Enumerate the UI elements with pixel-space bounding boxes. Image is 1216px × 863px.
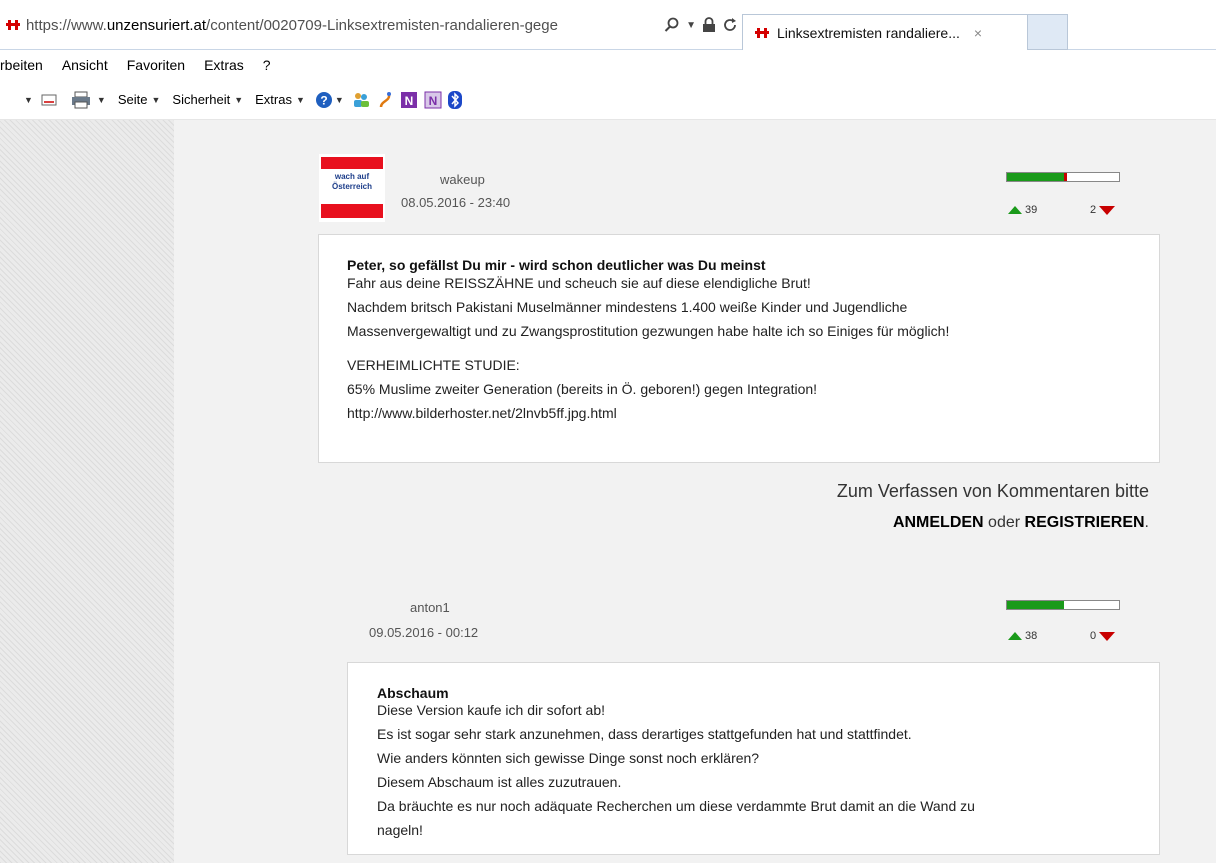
onenote-send-icon[interactable]: N bbox=[400, 91, 418, 109]
svg-text:N: N bbox=[404, 94, 413, 108]
feeds-dropdown-icon[interactable]: ▼ bbox=[24, 95, 33, 105]
url-path: /content/0020709-Linksextremisten-randal… bbox=[206, 16, 558, 34]
print-icon[interactable] bbox=[71, 91, 91, 109]
search-icon[interactable] bbox=[664, 17, 680, 33]
rating-bar bbox=[1006, 172, 1120, 182]
rating-positive-fill bbox=[1007, 601, 1065, 609]
comment-date: 09.05.2016 - 00:12 bbox=[369, 625, 479, 640]
menu-favorites[interactable]: Favoriten bbox=[127, 57, 185, 73]
comment-line: Diese Version kaufe ich dir sofort ab! bbox=[377, 702, 606, 718]
thumb-up-icon bbox=[1008, 206, 1022, 214]
comment-line: VERHEIMLICHTE STUDIE: bbox=[347, 357, 520, 373]
comment-link[interactable]: http://www.bilderhoster.net/2lnvb5ff.jpg… bbox=[347, 401, 949, 425]
chevron-down-icon: ▼ bbox=[295, 94, 305, 105]
thumb-up-icon bbox=[1008, 632, 1022, 640]
comment-body: Peter, so gefällst Du mir - wird schon d… bbox=[318, 234, 1160, 463]
svg-text:?: ? bbox=[320, 93, 327, 107]
refresh-icon[interactable] bbox=[722, 17, 738, 33]
comment-line: Fahr aus deine REISSZÄHNE und scheuch si… bbox=[347, 275, 811, 291]
address-field[interactable]: https://www.unzensuriert.at/content/0020… bbox=[0, 12, 738, 38]
comment-line: Wie anders könnten sich gewisse Dinge so… bbox=[377, 750, 760, 766]
upvote-button[interactable]: 38 bbox=[1008, 630, 1037, 642]
comment-line: Diesem Abschaum ist alles zuzutrauen. bbox=[377, 774, 622, 790]
page-menu-button[interactable]: Seite ▼ bbox=[118, 92, 161, 107]
new-tab-button[interactable] bbox=[1028, 14, 1068, 50]
browser-tab-active[interactable]: Linksextremisten randaliere... × bbox=[742, 14, 1028, 50]
background-pattern bbox=[0, 120, 174, 863]
login-prompt-text: Zum Verfassen von Kommentaren bitte bbox=[836, 481, 1149, 501]
security-menu-label: Sicherheit bbox=[172, 92, 231, 107]
browser-top-bar: https://www.unzensuriert.at/content/0020… bbox=[0, 0, 1216, 50]
avatar[interactable]: wach auf Österreich bbox=[319, 154, 385, 222]
bluetooth-icon[interactable] bbox=[447, 90, 462, 109]
mail-icon[interactable] bbox=[41, 93, 57, 107]
downvote-button[interactable]: 0 bbox=[1090, 630, 1116, 642]
chevron-down-icon: ▼ bbox=[151, 94, 161, 105]
help-dropdown-icon[interactable]: ▼ bbox=[335, 95, 344, 105]
security-menu-button[interactable]: Sicherheit ▼ bbox=[172, 92, 243, 107]
menu-edit[interactable]: rbeiten bbox=[0, 57, 43, 73]
downvote-count: 2 bbox=[1090, 204, 1097, 216]
rating-positive-fill bbox=[1007, 173, 1065, 181]
tab-favicon-icon bbox=[755, 27, 769, 38]
avatar-stripe-top bbox=[321, 157, 383, 169]
extras-menu-label: Extras bbox=[255, 92, 292, 107]
url-domain: unzensuriert.at bbox=[106, 16, 207, 34]
comment-line: nageln! bbox=[377, 822, 423, 838]
avatar-stripe-bottom bbox=[321, 204, 383, 218]
comment-author[interactable]: anton1 bbox=[410, 600, 450, 615]
downvote-count: 0 bbox=[1090, 630, 1097, 642]
page-menu-label: Seite bbox=[117, 92, 148, 107]
help-icon[interactable]: ? bbox=[315, 91, 333, 109]
menu-bar: rbeiten Ansicht Favoriten Extras ? bbox=[0, 50, 1216, 80]
java-icon[interactable] bbox=[378, 91, 394, 109]
upvote-count: 39 bbox=[1025, 204, 1038, 216]
menu-extras[interactable]: Extras bbox=[204, 57, 244, 73]
comment-author[interactable]: wakeup bbox=[440, 172, 485, 187]
url-text[interactable]: https://www.unzensuriert.at/content/0020… bbox=[26, 17, 659, 34]
menu-help[interactable]: ? bbox=[263, 57, 271, 73]
downvote-button[interactable]: 2 bbox=[1090, 204, 1116, 216]
site-favicon-icon bbox=[6, 20, 20, 30]
upvote-button[interactable]: 39 bbox=[1008, 204, 1037, 216]
lock-icon[interactable] bbox=[702, 17, 716, 33]
people-icon[interactable] bbox=[352, 92, 370, 108]
comment-line: 65% Muslime zweiter Generation (bereits … bbox=[347, 381, 818, 397]
tab-close-icon[interactable]: × bbox=[974, 25, 982, 41]
comment-line: Nachdem britsch Pakistani Muselmänner mi… bbox=[347, 299, 908, 315]
login-link[interactable]: ANMELDEN bbox=[893, 514, 984, 531]
chevron-down-icon: ▼ bbox=[234, 94, 244, 105]
login-period: . bbox=[1144, 514, 1149, 531]
extras-menu-button[interactable]: Extras ▼ bbox=[255, 92, 305, 107]
comment-line: Da bräuchte es nur noch adäquate Recherc… bbox=[377, 798, 975, 814]
upvote-count: 38 bbox=[1025, 630, 1038, 642]
dropdown-icon[interactable]: ▼ bbox=[686, 20, 696, 31]
command-bar: ▼ ▼ Seite ▼ Sicherheit ▼ Extras ▼ ? ▼ N N bbox=[0, 80, 1216, 120]
comment-body: Abschaum Diese Version kaufe ich dir sof… bbox=[347, 662, 1160, 855]
login-or-text: oder bbox=[983, 514, 1025, 531]
rating-bar bbox=[1006, 600, 1120, 610]
print-dropdown-icon[interactable]: ▼ bbox=[97, 95, 106, 105]
onenote-icon[interactable]: N bbox=[424, 91, 442, 109]
thumb-down-icon bbox=[1099, 205, 1116, 215]
login-prompt: Zum Verfassen von Kommentaren bitte ANME… bbox=[837, 475, 1149, 539]
register-link[interactable]: REGISTRIEREN bbox=[1025, 514, 1145, 531]
comment-date: 08.05.2016 - 23:40 bbox=[401, 195, 511, 210]
menu-view[interactable]: Ansicht bbox=[62, 57, 108, 73]
rating-negative-fill bbox=[1064, 173, 1068, 181]
svg-text:N: N bbox=[428, 94, 437, 108]
comment-line: Massenvergewaltigt und zu Zwangsprostitu… bbox=[347, 323, 950, 339]
avatar-text: wach auf Österreich bbox=[331, 172, 373, 191]
comment-line: Es ist sogar sehr stark anzunehmen, dass… bbox=[377, 726, 912, 742]
thumb-down-icon bbox=[1099, 631, 1116, 641]
tab-title: Linksextremisten randaliere... bbox=[777, 24, 960, 41]
